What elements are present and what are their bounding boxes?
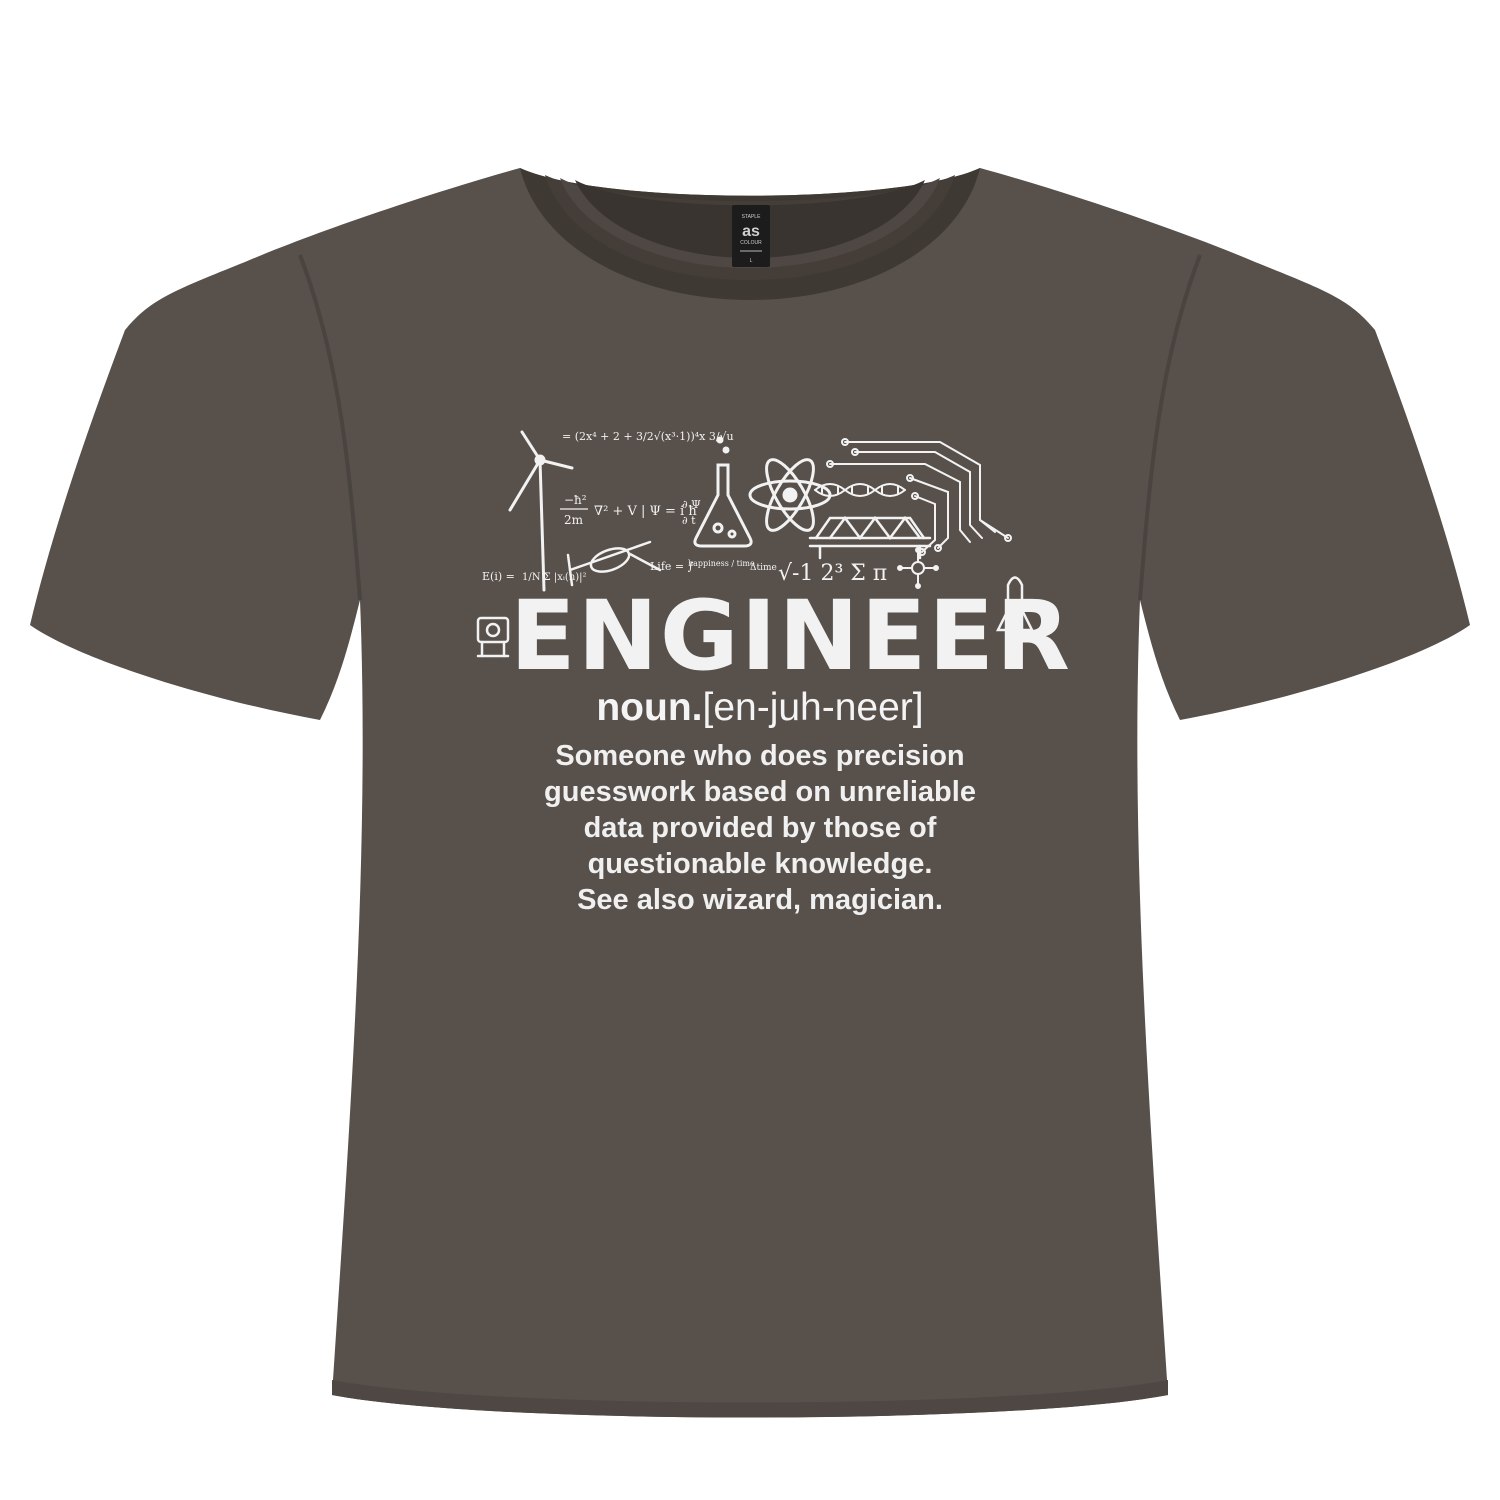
tag-brand-line2: COLOUR [740,240,762,246]
life-tail: Δtime [750,563,777,573]
neck-tag: STAPLE as COLOUR L [732,205,770,267]
definition-line: guesswork based on unreliable [544,776,976,808]
tag-brand-line1: STAPLE [742,214,761,220]
wind-turbine-icon [508,430,574,592]
partial-numerator: ∂ Ψ [682,498,701,511]
schrodinger-lhs: −ħ² [564,493,587,507]
life-fraction: happiness / time [688,559,755,568]
definition-line: Someone who does precision [555,740,965,772]
atom-icon [748,458,832,532]
print-definition: Someone who does precision guesswork bas… [460,738,1060,918]
print-pronunciation-line: noun.[en-juh-neer] [460,688,1060,727]
tshirt-product-image: STAPLE as COLOUR L = (2x⁴ + 2 + 3/2√(x³·… [0,0,1500,1500]
definition-line: data provided by those of [583,812,937,844]
tag-size: L [750,258,753,264]
schrodinger-den: 2m [564,513,584,527]
pronunciation: [en-juh-neer] [702,686,924,729]
part-of-speech: noun. [596,686,703,729]
flask-icon [693,436,753,548]
robot-icon [476,616,510,658]
bridge-icon [808,515,932,560]
definition-line: questionable knowledge. [587,848,933,880]
shirt-print-graphic: = (2x⁴ + 2 + 3/2√(x³·1))⁴x 3/√u −ħ² 2m ∇… [460,420,1072,980]
tag-brand-logo: as [742,223,760,240]
print-title: ENGINEER [510,580,1072,692]
partial-denominator: ∂ t [682,514,696,527]
definition-line: See also wizard, magician. [577,884,943,916]
top-formula: = (2x⁴ + 2 + 3/2√(x³·1))⁴x 3/√u [562,430,734,443]
